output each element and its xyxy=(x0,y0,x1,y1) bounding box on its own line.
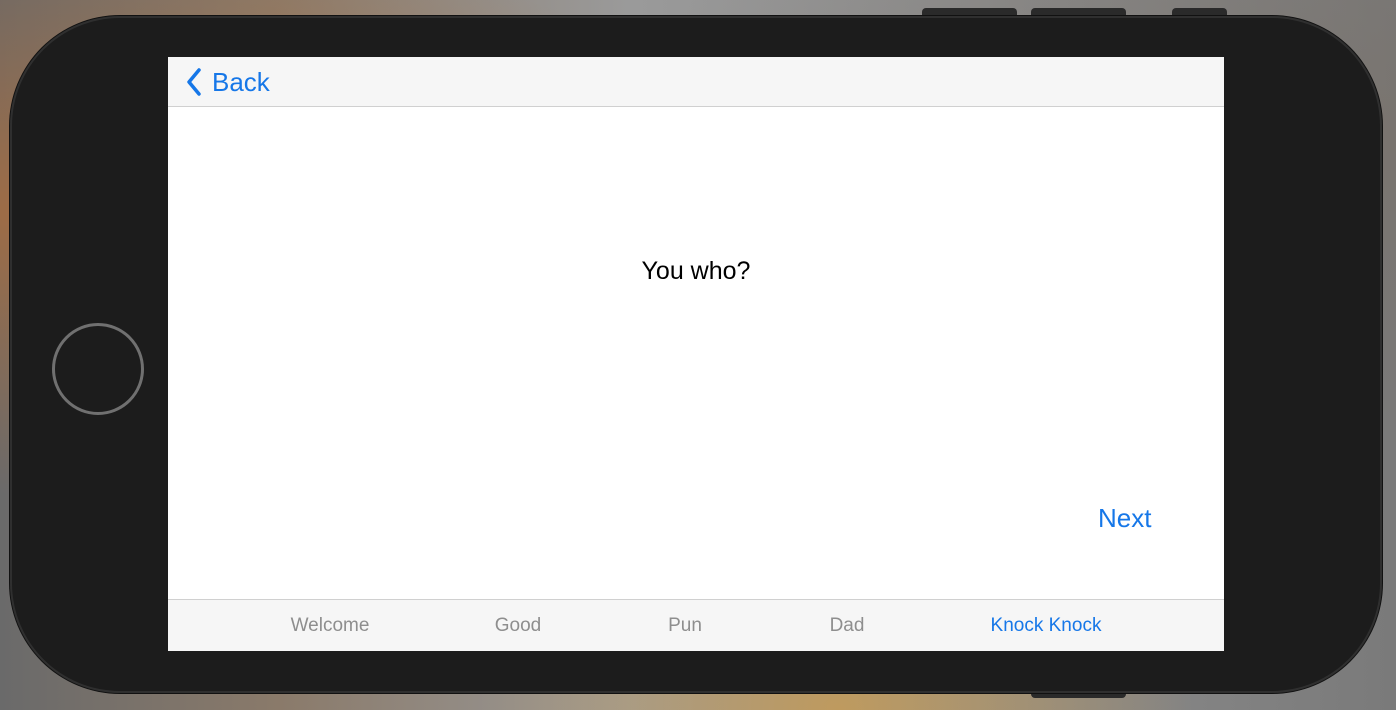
tab-welcome[interactable]: Welcome xyxy=(270,600,390,651)
tab-bar: Welcome Good Pun Dad Knock Knock xyxy=(168,599,1224,651)
next-button[interactable]: Next xyxy=(1098,503,1151,534)
chevron-left-icon xyxy=(187,68,201,96)
tab-pun[interactable]: Pun xyxy=(635,600,735,651)
joke-line: You who? xyxy=(641,257,751,285)
tab-knock-knock[interactable]: Knock Knock xyxy=(971,600,1121,651)
home-button[interactable] xyxy=(52,323,144,415)
back-label: Back xyxy=(212,67,270,97)
app-screen: Back You who? Next Welcome Good Pun Dad … xyxy=(168,57,1224,651)
back-button[interactable]: Back xyxy=(186,65,270,99)
navigation-bar: Back xyxy=(168,57,1224,107)
tab-good[interactable]: Good xyxy=(468,600,568,651)
tab-dad[interactable]: Dad xyxy=(797,600,897,651)
